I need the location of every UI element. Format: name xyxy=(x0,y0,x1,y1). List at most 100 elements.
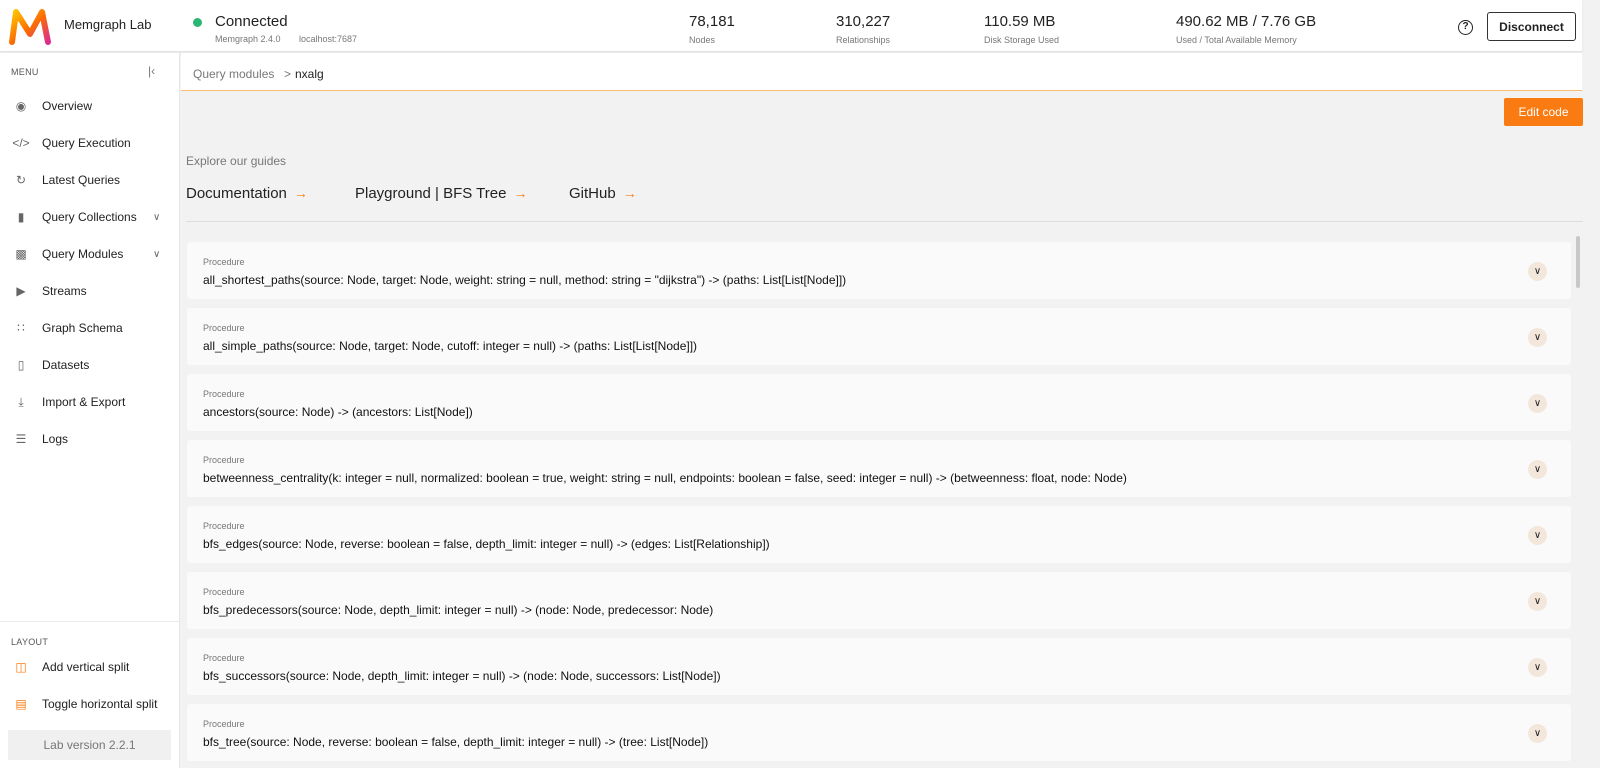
connection-status: Connected xyxy=(215,13,288,30)
sidebar-item-label: Query Collections xyxy=(42,210,137,224)
stat-memory: 490.62 MB / 7.76 GB Used / Total Availab… xyxy=(1176,13,1316,45)
stat-disk-storage: 110.59 MB Disk Storage Used xyxy=(984,13,1059,45)
procedure-kind: Procedure xyxy=(203,587,245,597)
sidebar-item-logs[interactable]: ☰ Logs xyxy=(0,424,179,454)
stat-label: Used / Total Available Memory xyxy=(1176,35,1297,45)
stat-relationships: 310,227 Relationships xyxy=(836,13,890,45)
sidebar-item-query-collections[interactable]: ▮ Query Collections ∨ xyxy=(0,202,179,232)
stat-value: 490.62 MB / 7.76 GB xyxy=(1176,13,1317,30)
guide-link-github[interactable]: GitHub → xyxy=(569,185,637,202)
procedure-card[interactable]: Procedure bfs_tree(source: Node, reverse… xyxy=(187,704,1571,761)
procedure-card[interactable]: Procedure all_shortest_paths(source: Nod… xyxy=(187,242,1571,299)
guide-link-label: GitHub xyxy=(569,185,616,202)
scrollbar-thumb[interactable] xyxy=(1576,236,1580,288)
procedure-kind: Procedure xyxy=(203,653,245,663)
arrow-right-icon: → xyxy=(293,185,308,201)
guides-label: Explore our guides xyxy=(186,154,287,168)
procedure-card[interactable]: Procedure bfs_successors(source: Node, d… xyxy=(187,638,1571,695)
lab-version: Lab version 2.2.1 xyxy=(8,730,171,760)
history-icon: ↻ xyxy=(15,173,27,187)
sidebar-item-streams[interactable]: ▶ Streams xyxy=(0,276,179,306)
procedure-signature: bfs_predecessors(source: Node, depth_lim… xyxy=(203,603,714,617)
eye-icon: ◉ xyxy=(15,99,27,113)
app-name: Memgraph Lab xyxy=(64,17,152,32)
horizontal-split-icon: ▤ xyxy=(15,697,27,711)
chevron-down-icon[interactable]: ∨ xyxy=(1528,658,1547,677)
breadcrumb-parent-link[interactable]: Query modules xyxy=(193,67,274,81)
sidebar-item-label: Logs xyxy=(42,432,69,446)
sidebar-item-datasets[interactable]: ▯ Datasets xyxy=(0,350,179,380)
sidebar-item-label: Overview xyxy=(42,99,93,113)
chevron-down-icon[interactable]: ∨ xyxy=(1528,460,1547,479)
top-header: Memgraph Lab Connected Memgraph 2.4.0 lo… xyxy=(0,0,1582,52)
folder-icon: ▮ xyxy=(17,210,25,224)
procedure-card[interactable]: Procedure bfs_edges(source: Node, revers… xyxy=(187,506,1571,563)
procedure-card[interactable]: Procedure bfs_predecessors(source: Node,… xyxy=(187,572,1571,629)
breadcrumb-current: nxalg xyxy=(295,67,324,81)
disconnect-button[interactable]: Disconnect xyxy=(1487,12,1576,41)
procedure-kind: Procedure xyxy=(203,521,245,531)
chevron-down-icon[interactable]: ∨ xyxy=(1528,724,1547,743)
sidebar-item-graph-schema[interactable]: ∷ Graph Schema xyxy=(0,313,179,343)
connection-host: localhost:7687 xyxy=(299,34,358,44)
sidebar-item-import-export[interactable]: ⤓ Import & Export xyxy=(0,387,179,417)
download-icon: ⤓ xyxy=(18,394,24,409)
chevron-down-icon[interactable]: ∨ xyxy=(153,249,160,260)
sidebar-item-query-modules[interactable]: ▩ Query Modules ∨ xyxy=(0,239,179,269)
sidebar-item-label: Toggle horizontal split xyxy=(42,697,158,711)
play-icon: ▶ xyxy=(16,284,26,298)
layout-section-label: LAYOUT xyxy=(11,637,49,647)
procedure-signature: bfs_edges(source: Node, reverse: boolean… xyxy=(203,537,770,551)
vertical-split-icon: ◫ xyxy=(15,660,27,674)
sidebar-item-label: Graph Schema xyxy=(42,321,123,335)
terminal-icon: ▩ xyxy=(15,247,27,261)
procedure-card[interactable]: Procedure betweenness_centrality(k: inte… xyxy=(187,440,1571,497)
collapse-sidebar-icon[interactable]: |‹ xyxy=(148,64,155,78)
procedure-signature: all_simple_paths(source: Node, target: N… xyxy=(203,339,698,353)
procedure-kind: Procedure xyxy=(203,323,245,333)
edit-code-button[interactable]: Edit code xyxy=(1504,98,1583,126)
sidebar-item-label: Import & Export xyxy=(42,395,126,409)
guide-link-label: Documentation xyxy=(186,185,287,202)
procedure-card[interactable]: Procedure all_simple_paths(source: Node,… xyxy=(187,308,1571,365)
help-icon[interactable]: ? xyxy=(1458,20,1473,35)
layout-divider xyxy=(0,621,179,622)
schema-icon: ∷ xyxy=(17,321,25,335)
add-vertical-split-button[interactable]: ◫ Add vertical split xyxy=(0,652,179,682)
stat-label: Relationships xyxy=(836,35,891,45)
procedure-kind: Procedure xyxy=(203,257,245,267)
connection-status-dot xyxy=(193,18,202,27)
chevron-down-icon[interactable]: ∨ xyxy=(1528,328,1547,347)
sidebar-item-overview[interactable]: ◉ Overview xyxy=(0,91,179,121)
arrow-right-icon: → xyxy=(513,185,528,201)
procedure-signature: betweenness_centrality(k: integer = null… xyxy=(203,471,1127,485)
guide-link-documentation[interactable]: Documentation → xyxy=(186,185,308,202)
sidebar-item-query-execution[interactable]: </> Query Execution xyxy=(0,128,179,158)
guide-link-playground-bfs-tree[interactable]: Playground | BFS Tree → xyxy=(355,185,527,202)
memgraph-logo-icon xyxy=(9,9,51,45)
stat-value: 310,227 xyxy=(836,13,891,30)
sidebar-item-label: Add vertical split xyxy=(42,660,130,674)
memgraph-version: Memgraph 2.4.0 xyxy=(215,34,281,44)
sidebar-item-label: Query Modules xyxy=(42,247,124,261)
sidebar-item-label: Latest Queries xyxy=(42,173,121,187)
procedure-card[interactable]: Procedure ancestors(source: Node) -> (an… xyxy=(187,374,1571,431)
chevron-down-icon[interactable]: ∨ xyxy=(1528,394,1547,413)
chevron-down-icon[interactable]: ∨ xyxy=(1528,262,1547,281)
chevron-down-icon[interactable]: ∨ xyxy=(1528,592,1547,611)
menu-section-label: MENU xyxy=(11,67,39,77)
stat-value: 110.59 MB xyxy=(984,13,1056,30)
arrow-right-icon: → xyxy=(622,185,637,201)
chevron-down-icon[interactable]: ∨ xyxy=(153,212,160,223)
stat-value: 78,181 xyxy=(689,13,735,30)
sidebar-item-latest-queries[interactable]: ↻ Latest Queries xyxy=(0,165,179,195)
book-icon: ▯ xyxy=(17,358,25,372)
stat-label: Nodes xyxy=(689,35,716,45)
procedure-signature: bfs_tree(source: Node, reverse: boolean … xyxy=(203,735,709,749)
procedure-signature: bfs_successors(source: Node, depth_limit… xyxy=(203,669,721,683)
procedure-signature: all_shortest_paths(source: Node, target:… xyxy=(203,273,847,287)
chevron-down-icon[interactable]: ∨ xyxy=(1528,526,1547,545)
code-icon: </> xyxy=(12,136,30,150)
sidebar-item-label: Query Execution xyxy=(42,136,131,150)
toggle-horizontal-split-button[interactable]: ▤ Toggle horizontal split xyxy=(0,689,179,719)
